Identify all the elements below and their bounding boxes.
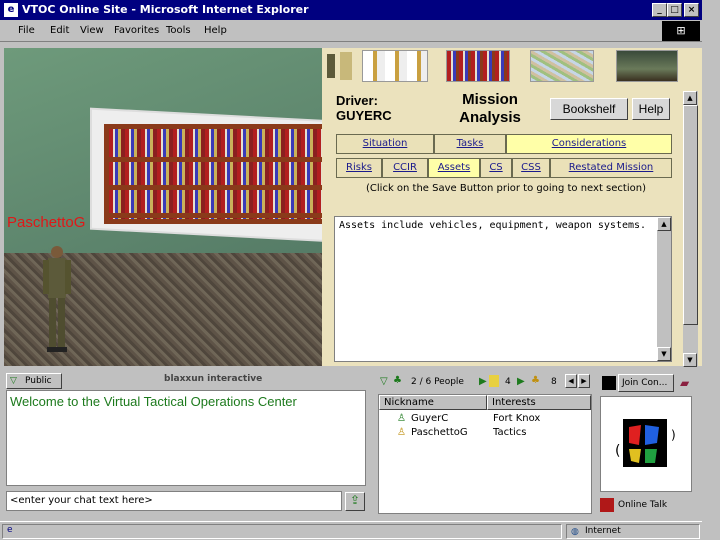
- page-icon: [489, 375, 499, 387]
- people-count: 2 / 6 People: [411, 377, 464, 387]
- menu-bar: File Edit View Favorites Tools Help: [0, 20, 702, 42]
- blaxxun-brand: blaxxun interactive: [164, 374, 263, 384]
- tab-cs[interactable]: CS: [480, 158, 512, 178]
- chevron-down-icon: ▽: [10, 376, 17, 386]
- menu-view[interactable]: View: [80, 25, 104, 36]
- save-note: (Click on the Save Button prior to going…: [366, 183, 646, 194]
- map-thumb-icon[interactable]: [362, 50, 428, 82]
- nickname: PaschettoG: [411, 427, 468, 438]
- column-interests[interactable]: Interests: [487, 395, 591, 410]
- maximize-button[interactable]: □: [667, 3, 682, 17]
- soldier-avatar[interactable]: [40, 244, 74, 354]
- bookshelf-thumb-icon[interactable]: [446, 50, 510, 82]
- minimize-button[interactable]: _: [652, 3, 667, 17]
- panel-scroll-up-icon[interactable]: ▲: [683, 91, 697, 105]
- user-icon: ♙: [397, 427, 406, 438]
- logo-area: ( ): [600, 396, 692, 492]
- user-icon: ♙: [397, 413, 406, 424]
- windows-logo-icon: ⊞: [662, 21, 700, 41]
- page-title: Mission Analysis: [446, 91, 534, 127]
- panel-scroll-thumb[interactable]: [683, 105, 698, 325]
- assets-textarea[interactable]: Assets include vehicles, equipment, weap…: [334, 216, 672, 362]
- list-item[interactable]: ♙ PaschettoG Tactics: [383, 427, 589, 441]
- people-list: Nickname Interests ♙ GuyerC Fort Knox ♙ …: [378, 394, 592, 514]
- people-next-icon[interactable]: ▶: [479, 376, 487, 387]
- chat-input[interactable]: <enter your chat text here>: [6, 491, 342, 511]
- tab-assets[interactable]: Assets: [428, 158, 480, 178]
- bookshelf-object[interactable]: [104, 124, 322, 224]
- public-mode-label: Public: [25, 376, 52, 386]
- avatar-name-label: PaschettoG: [7, 214, 86, 231]
- menu-file[interactable]: File: [18, 25, 35, 36]
- terrain-map-thumb-icon[interactable]: [530, 50, 594, 82]
- panel-scroll-down-icon[interactable]: ▼: [683, 353, 697, 367]
- assets-text[interactable]: Assets include vehicles, equipment, weap…: [339, 219, 649, 232]
- zone-label: Internet: [585, 526, 621, 536]
- people-next2-icon[interactable]: ▶: [517, 376, 525, 387]
- ie-icon: e: [4, 3, 18, 17]
- title-bar: e VTOC Online Site - Microsoft Internet …: [0, 0, 702, 20]
- blaxxun-logo-icon: ( ): [615, 419, 676, 467]
- status-text: e: [2, 524, 562, 539]
- online-talk-link[interactable]: Online Talk: [618, 500, 667, 510]
- menu-help[interactable]: Help: [204, 25, 227, 36]
- help-button[interactable]: Help: [632, 98, 670, 120]
- tab-considerations[interactable]: Considerations: [506, 134, 672, 154]
- list-item[interactable]: ♙ GuyerC Fort Knox: [383, 413, 589, 427]
- tab-row-2: Risks CCIR Assets CS CSS Restated Missio…: [336, 158, 672, 178]
- tab-row-1: Situation Tasks Considerations: [336, 134, 672, 154]
- globe-icon: ◍: [571, 527, 579, 537]
- interest: Fort Knox: [493, 413, 541, 424]
- public-mode-button[interactable]: ▽ Public: [6, 373, 62, 389]
- community-icon: [602, 376, 616, 390]
- field-photo-thumb-icon[interactable]: [616, 50, 678, 82]
- people-page-1: 4: [505, 377, 511, 387]
- menu-tools[interactable]: Tools: [166, 25, 191, 36]
- title-line-2: Analysis: [459, 109, 521, 126]
- tab-tasks[interactable]: Tasks: [434, 134, 506, 154]
- chat-log: Welcome to the Virtual Tactical Operatio…: [6, 390, 366, 486]
- menu-favorites[interactable]: Favorites: [114, 25, 159, 36]
- scroll-down-icon[interactable]: ▼: [657, 347, 671, 361]
- interest: Tactics: [493, 427, 527, 438]
- tab-css[interactable]: CSS: [512, 158, 550, 178]
- status-bar: e ◍ Internet: [0, 521, 702, 540]
- svg-text:(: (: [615, 443, 620, 459]
- community-panel: Join Con... ▰ ( ) Online Talk: [598, 372, 702, 518]
- driver-info: Driver: GUYERC: [336, 93, 392, 123]
- zone-indicator: ◍ Internet: [566, 524, 700, 539]
- scroll-up-icon[interactable]: ▲: [657, 217, 671, 231]
- tab-restated-mission[interactable]: Restated Mission: [550, 158, 672, 178]
- group-icon: ♣: [531, 375, 540, 386]
- scroll-right-icon[interactable]: ▶: [578, 374, 590, 388]
- column-nickname[interactable]: Nickname: [379, 395, 487, 410]
- driver-name: GUYERC: [336, 108, 392, 123]
- thumbnail-strip: [322, 48, 685, 88]
- menu-edit[interactable]: Edit: [50, 25, 69, 36]
- people-page-2: 8: [551, 377, 557, 387]
- svg-text:): ): [671, 428, 676, 442]
- title-line-1: Mission: [462, 91, 518, 108]
- people-icon: ♣: [393, 375, 402, 386]
- soldier-thumb-icon[interactable]: [324, 50, 354, 82]
- send-icon[interactable]: ⇪: [345, 492, 365, 511]
- tab-situation[interactable]: Situation: [336, 134, 434, 154]
- ie-status-icon: e: [7, 525, 13, 535]
- people-collapse-icon[interactable]: ▽: [380, 376, 388, 387]
- tab-risks[interactable]: Risks: [336, 158, 382, 178]
- driver-label: Driver:: [336, 93, 378, 108]
- window-title: VTOC Online Site - Microsoft Internet Ex…: [22, 3, 309, 16]
- close-button[interactable]: ×: [684, 3, 699, 17]
- 3d-world-view[interactable]: PaschettoG: [4, 48, 322, 366]
- bookshelf-button[interactable]: Bookshelf: [550, 98, 628, 120]
- panel-scrollbar[interactable]: ▲ ▼: [683, 91, 698, 367]
- book-icon[interactable]: ▰: [680, 376, 689, 390]
- nickname: GuyerC: [411, 413, 449, 424]
- tab-ccir[interactable]: CCIR: [382, 158, 428, 178]
- textarea-scrollbar[interactable]: ▲ ▼: [657, 217, 671, 361]
- talk-icon: [600, 498, 614, 512]
- join-community-button[interactable]: Join Con...: [618, 374, 674, 392]
- scroll-left-icon[interactable]: ◀: [565, 374, 577, 388]
